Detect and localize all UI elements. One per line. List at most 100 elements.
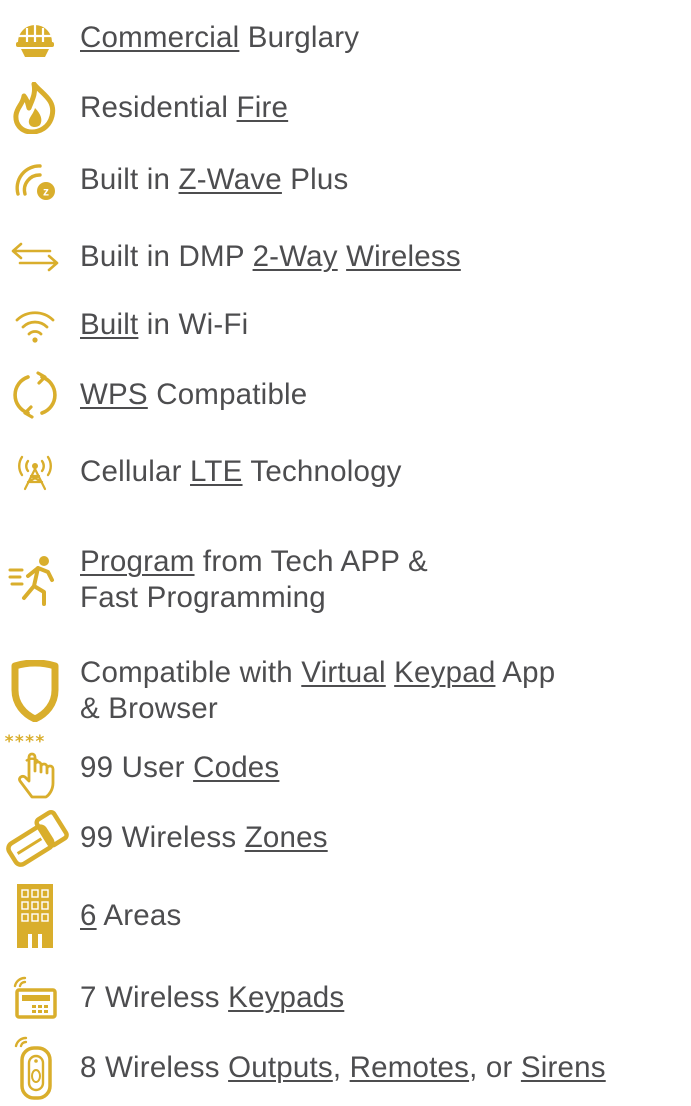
refresh-circle-icon: [0, 370, 70, 420]
feature-keyword-link[interactable]: Fire: [237, 91, 289, 124]
feature-text: from Tech APP &: [194, 545, 428, 578]
feature-keyword-link[interactable]: Wireless: [346, 240, 461, 273]
feature-label: 99 Wireless Zones: [80, 820, 328, 856]
feature-label: Commercial Burglary: [80, 20, 359, 56]
feature-keyword-link[interactable]: Keypads: [228, 981, 344, 1014]
building-icon: [0, 870, 70, 962]
feature-text: Cellular: [80, 455, 191, 488]
feature-item: Built in Wi-Fi: [0, 305, 691, 345]
feature-text: in Wi-Fi: [138, 308, 249, 341]
feature-text-line: Compatible with Virtual Keypad App: [80, 655, 555, 691]
running-person-icon: [0, 540, 70, 620]
touch-code-icon: ****: [0, 732, 70, 799]
feature-keyword-link[interactable]: Codes: [193, 751, 279, 784]
feature-text: App: [495, 656, 556, 689]
feature-text: 8 Wireless: [80, 1051, 229, 1084]
feature-label: Built in Wi-Fi: [80, 307, 248, 343]
feature-item: z Built in Z-Wave Plus: [0, 160, 691, 200]
feature-text-line: 99 User Codes: [80, 750, 279, 786]
feature-label: 99 User Codes: [80, 750, 279, 786]
feature-text-line: WPS Compatible: [80, 377, 307, 413]
feature-text: ,: [332, 1051, 350, 1084]
feature-keyword-link[interactable]: Built: [80, 308, 138, 341]
feature-text: 7 Wireless: [80, 981, 229, 1014]
feature-text: Built in: [80, 163, 179, 196]
feature-text: Built in DMP: [80, 240, 253, 273]
cell-tower-icon: [0, 452, 70, 492]
two-way-arrows-icon: [0, 237, 70, 277]
feature-text: Compatible: [147, 378, 308, 411]
feature-keyword-link[interactable]: Remotes: [350, 1051, 469, 1084]
shield-icon: [0, 650, 70, 732]
feature-item: 7 Wireless Keypads: [0, 968, 691, 1028]
feature-keyword-link[interactable]: Z-Wave: [179, 163, 282, 196]
feature-item: 8 Wireless Outputs, Remotes, or Sirens: [0, 1036, 691, 1100]
feature-text: Burglary: [239, 21, 360, 54]
feature-text: Areas: [96, 899, 182, 932]
feature-text: [386, 656, 394, 689]
feature-item: Residential Fire: [0, 82, 691, 134]
code-stars: ****: [4, 732, 45, 752]
feature-item: Program from Tech APP & Fast Programming: [0, 540, 691, 620]
z-wave-icon: z: [0, 160, 70, 200]
feature-label: Built in DMP 2-Way Wireless: [80, 239, 461, 275]
feature-text: Residential: [80, 91, 237, 124]
feature-text-line: & Browser: [80, 691, 555, 727]
feature-text: Plus: [281, 163, 349, 196]
feature-keyword-link[interactable]: WPS: [80, 378, 148, 411]
wifi-icon: [0, 305, 70, 345]
feature-text-line: Program from Tech APP &: [80, 544, 428, 580]
feature-text-line: 8 Wireless Outputs, Remotes, or Sirens: [80, 1050, 606, 1086]
feature-text: Technology: [242, 455, 402, 488]
feature-keyword-link[interactable]: Program: [80, 545, 195, 578]
feature-text-line: Fast Programming: [80, 580, 428, 616]
feature-item: WPS Compatible: [0, 370, 691, 420]
feature-text-line: Commercial Burglary: [80, 20, 359, 56]
flame-icon: [0, 82, 70, 134]
feature-text-line: Cellular LTE Technology: [80, 454, 402, 490]
feature-label: Compatible with Virtual Keypad App & Brow…: [80, 655, 555, 727]
feature-item: **** 99 User Codes: [0, 732, 691, 799]
feature-keyword-link[interactable]: 6: [80, 899, 97, 932]
feature-text: 99 Wireless: [80, 821, 245, 854]
feature-label: 8 Wireless Outputs, Remotes, or Sirens: [80, 1050, 606, 1086]
wireless-keypad-icon: [0, 968, 70, 1028]
feature-text-line: Built in Z-Wave Plus: [80, 162, 349, 198]
feature-text: Compatible with: [80, 656, 302, 689]
feature-item: Commercial Burglary: [0, 16, 691, 60]
feature-list-page: { "colors": { "accent": "#d9ae2c", "text…: [0, 0, 691, 1106]
feature-keyword-link[interactable]: Commercial: [80, 21, 239, 54]
feature-item: 6 Areas: [0, 870, 691, 962]
feature-label: WPS Compatible: [80, 377, 307, 413]
svg-text:z: z: [43, 185, 49, 199]
feature-text: 99 User: [80, 751, 194, 784]
feature-text: , or: [469, 1051, 521, 1084]
feature-label: Program from Tech APP & Fast Programming: [80, 544, 428, 616]
feature-text-line: Built in DMP 2-Way Wireless: [80, 239, 461, 275]
feature-text: Fast Programming: [80, 581, 326, 614]
feature-label: 7 Wireless Keypads: [80, 980, 344, 1016]
feature-label: Residential Fire: [80, 90, 288, 126]
feature-keyword-link[interactable]: 2-Way: [253, 240, 338, 273]
feature-text-line: Built in Wi-Fi: [80, 307, 248, 343]
wireless-sensor-icon: [0, 808, 70, 868]
feature-keyword-link[interactable]: Keypad: [394, 656, 495, 689]
feature-item: Built in DMP 2-Way Wireless: [0, 237, 691, 277]
helmet-icon: [0, 16, 70, 60]
feature-keyword-link[interactable]: Sirens: [521, 1051, 606, 1084]
wireless-remote-icon: [0, 1036, 70, 1100]
feature-keyword-link[interactable]: Virtual: [301, 656, 385, 689]
feature-item: Compatible with Virtual Keypad App & Brow…: [0, 650, 691, 732]
feature-item: 99 Wireless Zones: [0, 808, 691, 868]
feature-text-line: 99 Wireless Zones: [80, 820, 328, 856]
feature-keyword-link[interactable]: Outputs: [228, 1051, 333, 1084]
feature-text: & Browser: [80, 692, 218, 725]
feature-label: 6 Areas: [80, 898, 181, 934]
feature-label: Cellular LTE Technology: [80, 454, 402, 490]
feature-text-line: 7 Wireless Keypads: [80, 980, 344, 1016]
feature-keyword-link[interactable]: Zones: [245, 821, 328, 854]
feature-item: Cellular LTE Technology: [0, 452, 691, 492]
feature-text: [338, 240, 346, 273]
feature-keyword-link[interactable]: LTE: [190, 455, 243, 488]
feature-text-line: Residential Fire: [80, 90, 288, 126]
